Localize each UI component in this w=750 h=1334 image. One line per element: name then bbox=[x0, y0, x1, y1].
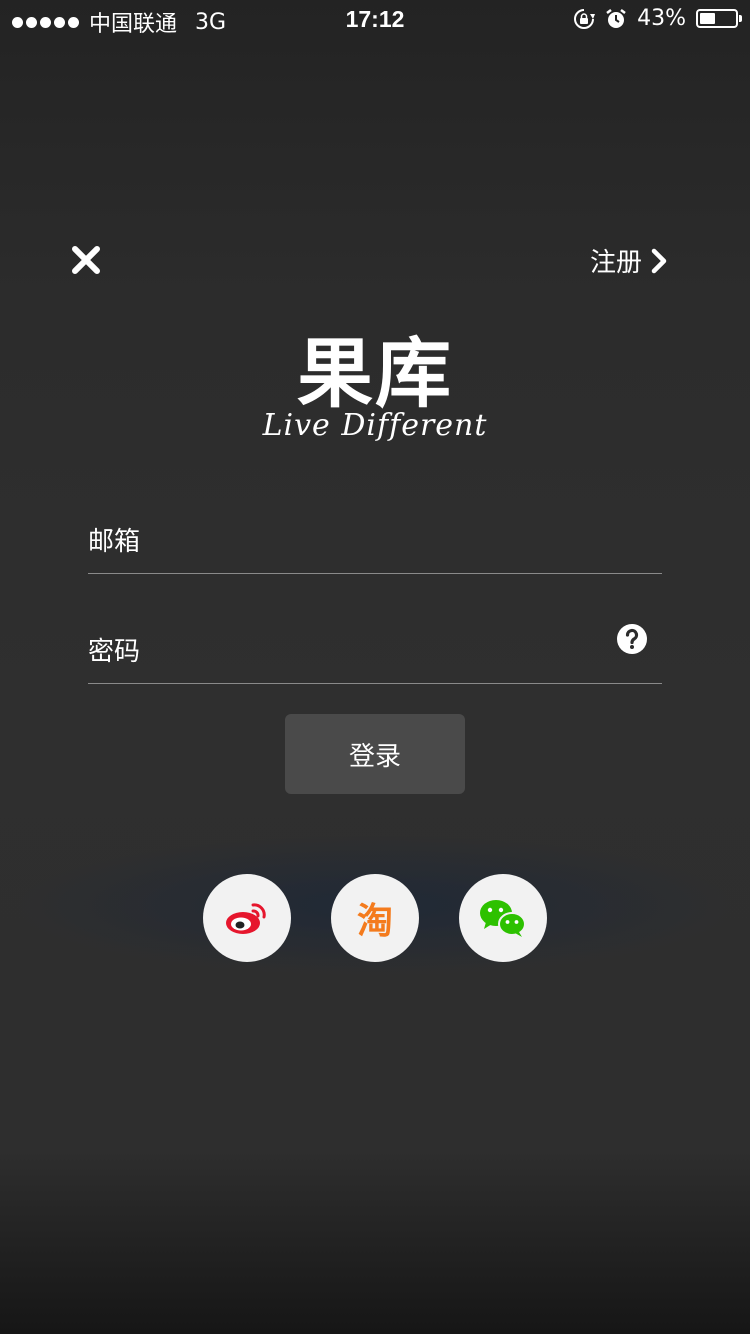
status-right: 43% bbox=[573, 6, 742, 31]
wechat-icon bbox=[480, 900, 526, 937]
weibo-login-button[interactable] bbox=[203, 874, 291, 962]
weibo-icon bbox=[226, 903, 266, 934]
tagline: Live Different bbox=[262, 408, 488, 443]
alarm-icon bbox=[606, 8, 626, 28]
battery-percent: 43% bbox=[637, 6, 686, 31]
wechat-login-button[interactable] bbox=[459, 874, 547, 962]
taobao-icon: 淘 bbox=[356, 901, 393, 942]
app-logo: 果库 bbox=[297, 329, 453, 418]
battery-fill bbox=[700, 13, 715, 24]
login-button[interactable]: 登录 bbox=[285, 714, 465, 794]
password-input[interactable] bbox=[88, 623, 588, 681]
register-link[interactable]: 注册 bbox=[590, 242, 668, 279]
question-circle-icon[interactable] bbox=[616, 623, 648, 655]
login-label: 登录 bbox=[348, 741, 401, 772]
taobao-login-button[interactable]: 淘 bbox=[331, 874, 419, 962]
register-label: 注册 bbox=[589, 248, 642, 278]
close-icon bbox=[72, 246, 100, 274]
battery-icon bbox=[696, 9, 742, 28]
rotation-lock-icon bbox=[574, 8, 596, 29]
close-button[interactable] bbox=[70, 244, 102, 276]
status-bar: 中国联通 3G 17:12 43% bbox=[0, 0, 750, 40]
password-field[interactable] bbox=[88, 623, 662, 684]
email-input[interactable] bbox=[88, 513, 588, 571]
email-field[interactable] bbox=[88, 513, 662, 574]
chevron-right-icon bbox=[651, 248, 667, 273]
